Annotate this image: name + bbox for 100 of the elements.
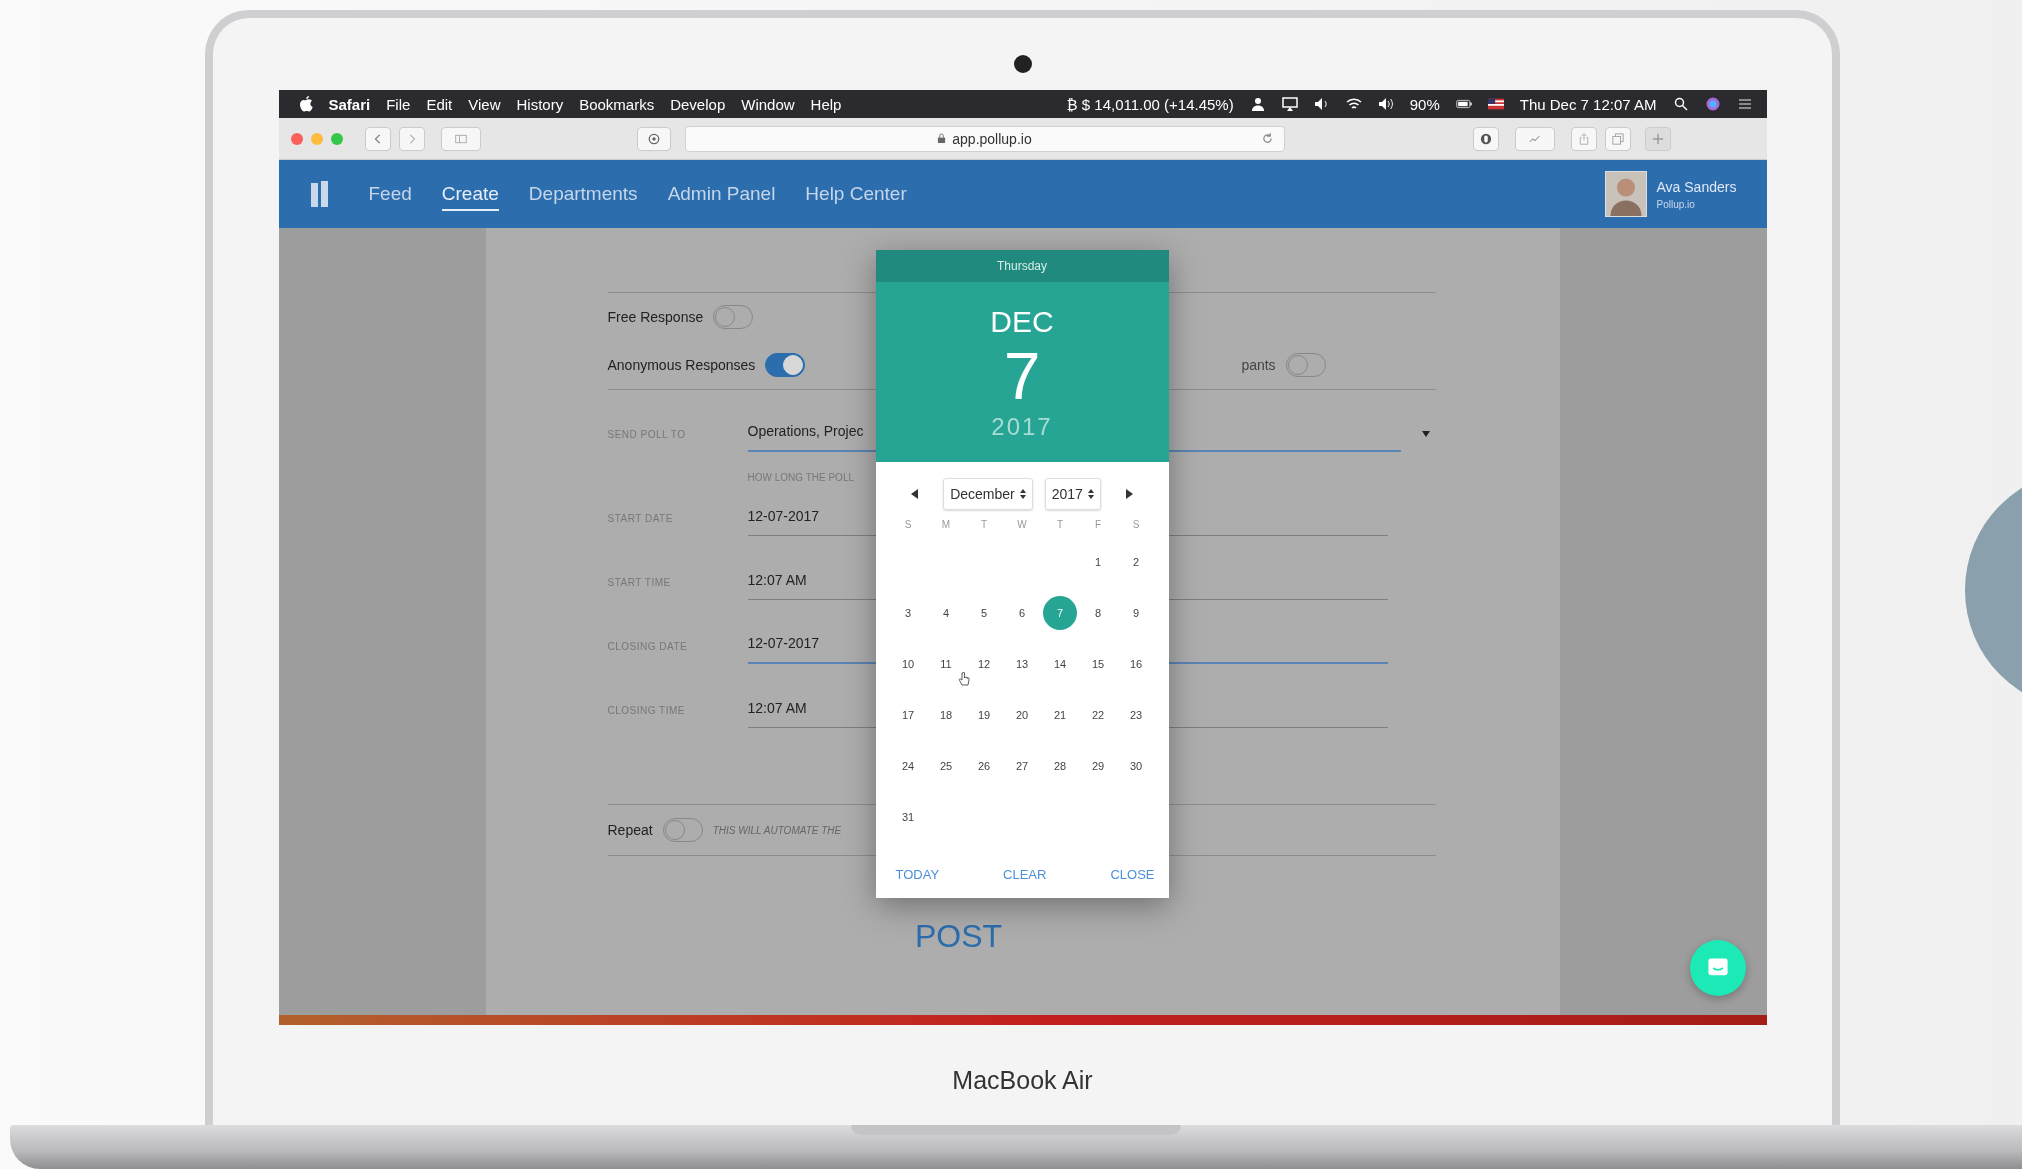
- weekday-label: S: [903, 518, 913, 530]
- share-icon: [1577, 132, 1590, 145]
- previous-month-icon[interactable]: [911, 489, 920, 499]
- calendar-day[interactable]: 2: [1119, 544, 1153, 579]
- calendar-day[interactable]: 30: [1119, 748, 1153, 783]
- speaker-icon[interactable]: [1377, 97, 1394, 111]
- menu-item[interactable]: History: [516, 95, 564, 113]
- select-value: December: [950, 486, 1015, 502]
- header-day: 7: [1003, 340, 1041, 412]
- menu-item[interactable]: Edit: [426, 95, 453, 113]
- calendar-day[interactable]: 21: [1043, 697, 1077, 732]
- weekday-label: W: [1016, 518, 1028, 530]
- nav-link[interactable]: Departments: [528, 177, 638, 211]
- toggle-switch[interactable]: [765, 353, 806, 377]
- nav-link[interactable]: Create: [441, 177, 499, 211]
- menu-item[interactable]: Bookmarks: [579, 95, 655, 113]
- weekday-label: T: [1055, 518, 1065, 530]
- menu-item[interactable]: Develop: [670, 95, 726, 113]
- calendar-day[interactable]: 19: [967, 697, 1001, 732]
- back-button[interactable]: [364, 126, 391, 151]
- stepper-icon: [1087, 489, 1094, 499]
- extension-icon: [1479, 132, 1492, 145]
- list-icon[interactable]: [1736, 97, 1753, 111]
- calendar-day[interactable]: 13: [1005, 646, 1039, 681]
- close-icon[interactable]: [290, 132, 303, 145]
- weekday-label: F: [1093, 518, 1103, 530]
- apple-icon[interactable]: [298, 96, 313, 112]
- menu-item[interactable]: Help: [810, 95, 842, 113]
- flag-icon[interactable]: [1487, 97, 1504, 111]
- calendar-day[interactable]: 16: [1119, 646, 1153, 681]
- nav-link[interactable]: Admin Panel: [667, 177, 776, 211]
- calendar-day[interactable]: 31: [891, 799, 925, 834]
- calendar-day[interactable]: 22: [1081, 697, 1115, 732]
- battery-icon[interactable]: [1455, 97, 1472, 111]
- weekday-label: T: [979, 518, 989, 530]
- repeat-hint: THIS WILL AUTOMATE THE: [712, 824, 842, 836]
- calendar-day[interactable]: 15: [1081, 646, 1115, 681]
- calendar-day[interactable]: 3: [891, 595, 925, 630]
- caret-icon[interactable]: [1420, 430, 1431, 438]
- menu-item[interactable]: Window: [741, 95, 795, 113]
- menu-item[interactable]: View: [468, 95, 501, 113]
- nav-link[interactable]: Help Center: [805, 177, 907, 211]
- camera-icon: [1013, 55, 1032, 73]
- menu-clock[interactable]: Thu Dec 7 12:07 AM: [1519, 95, 1657, 113]
- calendar-day[interactable]: 17: [891, 697, 925, 732]
- calendar-day[interactable]: 26: [967, 748, 1001, 783]
- battery-percent[interactable]: 90%: [1409, 95, 1440, 113]
- tabs-button[interactable]: [1604, 126, 1631, 151]
- calendar-day[interactable]: 5: [967, 595, 1001, 630]
- calendar-day[interactable]: 8: [1081, 595, 1115, 630]
- calendar-day[interactable]: 27: [1005, 748, 1039, 783]
- stepper-icon: [1019, 489, 1026, 499]
- calendar-day[interactable]: 23: [1119, 697, 1153, 732]
- calendar-day[interactable]: 4: [929, 595, 963, 630]
- url-text: app.pollup.io: [952, 130, 1032, 147]
- hand-cursor-icon: [957, 672, 970, 686]
- wifi-icon[interactable]: [1345, 97, 1362, 111]
- crypto-ticker[interactable]: ₿ $ 14,011.00 (+14.45%): [1066, 95, 1234, 113]
- volume-icon[interactable]: [1313, 97, 1330, 111]
- menu-app-name[interactable]: Safari: [328, 95, 371, 113]
- logo-icon[interactable]: [310, 181, 329, 207]
- calendar-day[interactable]: 6: [1005, 595, 1039, 630]
- calendar-day[interactable]: 24: [891, 748, 925, 783]
- avatar-placeholder[interactable]: [1604, 171, 1647, 217]
- extension-button[interactable]: [1472, 126, 1499, 151]
- toggle-label: pants: [1241, 357, 1276, 373]
- select-value: 2017: [1051, 486, 1083, 502]
- siri-icon[interactable]: [1704, 97, 1721, 111]
- calendar-day[interactable]: 20: [1005, 697, 1039, 732]
- device-label: MacBook Air: [952, 1065, 1093, 1095]
- calendar-day[interactable]: 1: [1081, 544, 1115, 579]
- year-select[interactable]: 2017: [1044, 478, 1101, 510]
- person-icon[interactable]: [1249, 97, 1266, 111]
- weekday-label: S: [1131, 518, 1141, 530]
- shield-icon: [647, 132, 660, 145]
- airplay-icon[interactable]: [1281, 97, 1298, 111]
- nav-link[interactable]: Feed: [368, 177, 412, 211]
- user-organization: Pollup.io: [1656, 198, 1696, 210]
- reload-icon[interactable]: [1260, 131, 1274, 145]
- calendar-day[interactable]: 11: [929, 646, 963, 681]
- calendar-day[interactable]: 28: [1043, 748, 1077, 783]
- address-bar[interactable]: app.pollup.io: [684, 125, 1285, 152]
- calendar-day[interactable]: 18: [929, 697, 963, 732]
- lock-icon: [937, 133, 947, 144]
- calendar-day[interactable]: 25: [929, 748, 963, 783]
- calendar-day[interactable]: 10: [891, 646, 925, 681]
- toggle-label: Repeat: [607, 822, 653, 838]
- calendar-day[interactable]: 9: [1119, 595, 1153, 630]
- calendar-day[interactable]: 29: [1081, 748, 1115, 783]
- sidebar-icon: [454, 132, 467, 145]
- month-select[interactable]: December: [943, 478, 1033, 510]
- search-icon[interactable]: [1672, 97, 1689, 111]
- calendar-day[interactable]: 12: [967, 646, 1001, 681]
- toggle-label: Anonymous Responses: [607, 357, 756, 373]
- calendar-day[interactable]: 14: [1043, 646, 1077, 681]
- user-name: Ava Sanders: [1656, 178, 1738, 195]
- toggle-label: Free Response: [607, 309, 704, 325]
- next-month-icon[interactable]: [1124, 489, 1133, 499]
- privacy-button[interactable]: [636, 126, 671, 151]
- menu-item[interactable]: File: [386, 95, 411, 113]
